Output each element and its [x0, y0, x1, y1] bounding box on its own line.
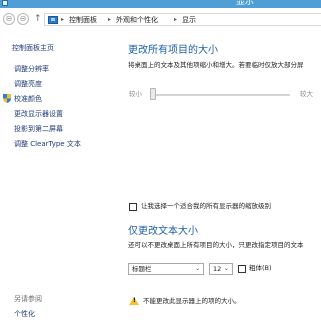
section-desc-text-size: 还可以不更改桌面上所有项目的大小，只更改指定项目的文本 [128, 241, 304, 249]
sidebar-item-cleartype[interactable]: 调整 ClearType 文本 [14, 140, 81, 149]
sidebar-item-personalization[interactable]: 个性化 [14, 310, 35, 319]
section-title-text-size: 仅更改文本大小 [128, 226, 198, 237]
sidebar-item-calibrate-color[interactable]: 校准颜色 [14, 95, 42, 104]
breadcrumb[interactable]: ▸ 控制面板 ▸ 外观和个性化 ▸ 显示 [44, 13, 321, 26]
size-slider-thumb[interactable] [150, 88, 156, 100]
control-panel-icon [48, 16, 58, 24]
chevron-down-icon: ⌄ [223, 265, 229, 272]
control-panel-icon [2, 0, 8, 6]
window-title: 显示 [236, 0, 255, 7]
sidebar-item-brightness[interactable]: 调整亮度 [14, 80, 42, 89]
item-select-value: 标题栏 [132, 265, 152, 273]
sidebar: 控制面板主页 调整分辨率 调整亮度 校准颜色 更改显示器设置 投影到第二屏幕 调… [0, 36, 122, 326]
breadcrumb-display[interactable]: 显示 [182, 15, 196, 25]
see-also-heading: 另请参阅 [14, 295, 42, 303]
breadcrumb-control-panel[interactable]: 控制面板 [69, 15, 97, 25]
up-button[interactable]: ↑ [34, 13, 42, 25]
sidebar-item-display-settings[interactable]: 更改显示器设置 [14, 110, 63, 119]
breadcrumb-appearance[interactable]: 外观和个性化 [116, 15, 158, 25]
warning-text: 不能更改此显示器上的项的大小。 [143, 297, 241, 305]
chevron-right-icon[interactable]: ▸ [108, 15, 111, 25]
bold-checkbox[interactable] [238, 265, 246, 273]
sidebar-item-home[interactable]: 控制面板主页 [12, 44, 54, 53]
section-title-change-size: 更改所有项目的大小 [128, 45, 218, 56]
bold-label[interactable]: 粗体(B) [249, 264, 272, 273]
custom-scaling-label[interactable]: 让我选择一个适合我的所有显示器的缩放级别 [141, 202, 271, 211]
main-content: 更改所有项目的大小 将桌面上的文本及其他项缩小和增大。若要临时仅放大部分屏 较小… [122, 36, 321, 326]
section-desc-change-size: 将桌面上的文本及其他项缩小和增大。若要临时仅放大部分屏 [128, 61, 304, 69]
chevron-right-icon[interactable]: ▸ [61, 15, 64, 25]
size-select-value: 12 [213, 265, 222, 273]
item-select[interactable]: 标题栏 ⌄ [128, 263, 204, 275]
title-bar: 显示 [0, 0, 321, 8]
back-button[interactable]: ⊖ [3, 13, 15, 25]
sidebar-item-project-second-screen[interactable]: 投影到第二屏幕 [14, 125, 63, 134]
shield-icon [3, 94, 11, 103]
custom-scaling-checkbox[interactable] [129, 203, 137, 211]
slider-min-label: 较小 [129, 90, 142, 98]
sidebar-item-resolution[interactable]: 调整分辨率 [14, 65, 49, 74]
size-select[interactable]: 12 ⌄ [209, 263, 233, 275]
warning-icon [129, 297, 139, 305]
chevron-right-icon[interactable]: ▸ [174, 15, 177, 25]
slider-max-label: 较大 [300, 90, 313, 98]
size-slider-track[interactable] [150, 94, 290, 96]
forward-button[interactable]: ⊖ [17, 13, 29, 25]
chevron-down-icon: ⌄ [194, 265, 200, 272]
address-bar: ⊖ ⊖ ↑ ▸ 控制面板 ▸ 外观和个性化 ▸ 显示 [0, 12, 321, 28]
